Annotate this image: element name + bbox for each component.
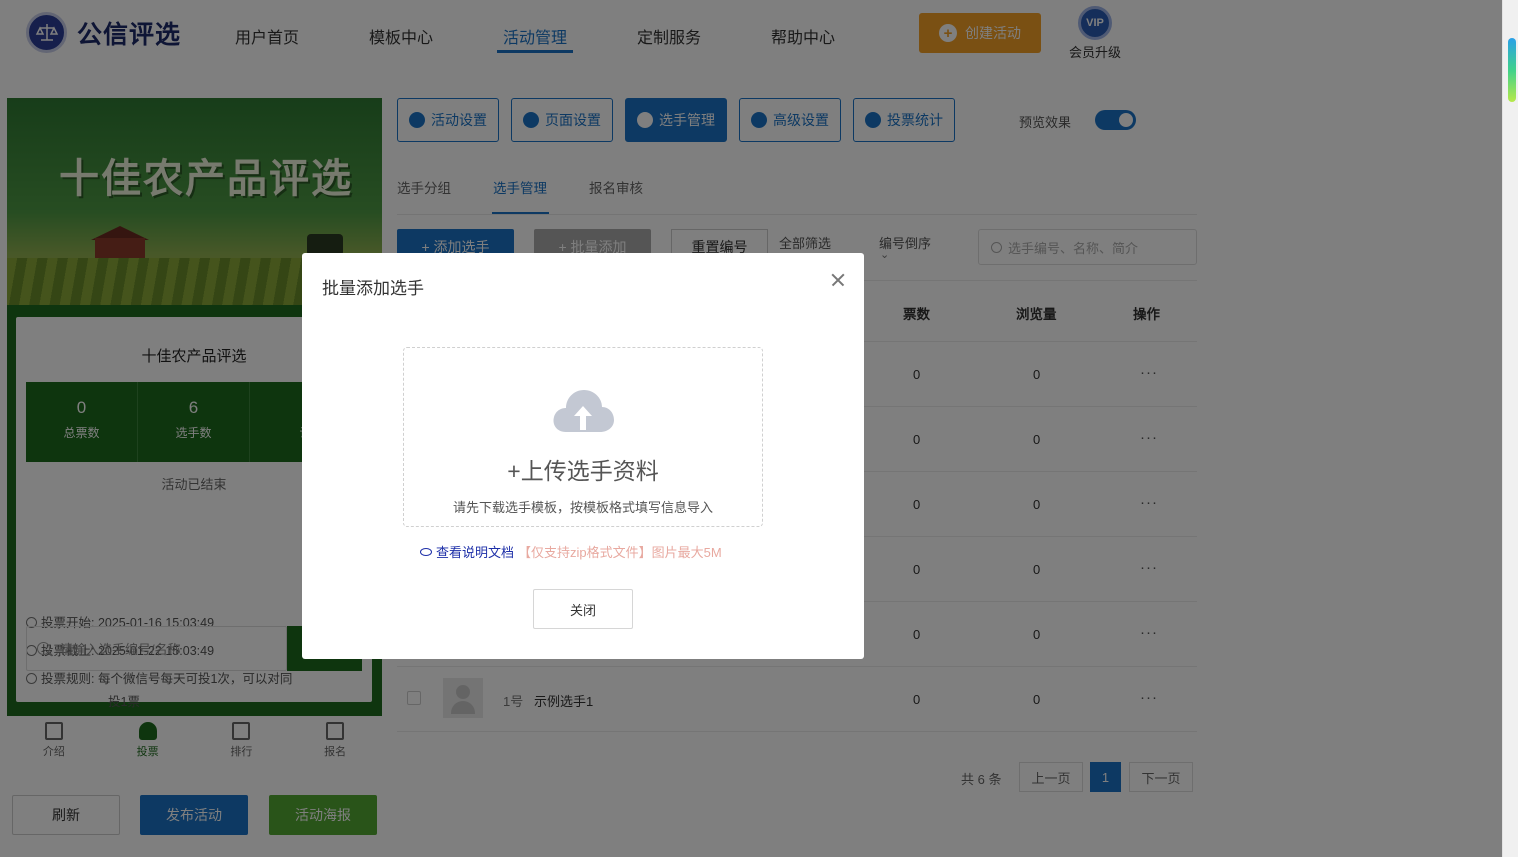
upload-dropzone[interactable]: +上传选手资料 请先下载选手模板，按模板格式填写信息导入 — [403, 347, 763, 527]
doc-row: 查看说明文档 【仅支持zip格式文件】图片最大5M — [420, 542, 722, 561]
cloud-upload-icon — [553, 390, 614, 432]
dialog-title: 批量添加选手 — [322, 279, 424, 298]
batch-add-dialog: 批量添加选手 +上传选手资料 请先下载选手模板，按模板格式填写信息导入 查看说明… — [302, 253, 864, 659]
upload-title: +上传选手资料 — [507, 458, 659, 484]
upload-hint: 请先下载选手模板，按模板格式填写信息导入 — [452, 500, 713, 515]
close-icon[interactable] — [827, 269, 849, 291]
eye-icon — [420, 548, 432, 556]
view-doc-link[interactable]: 查看说明文档 — [436, 545, 514, 560]
close-button[interactable]: 关闭 — [533, 589, 633, 629]
scrollbar-thumb[interactable] — [1508, 38, 1516, 102]
file-format-note: 【仅支持zip格式文件】图片最大5M — [518, 545, 722, 560]
page-scrollbar[interactable] — [1502, 0, 1518, 857]
